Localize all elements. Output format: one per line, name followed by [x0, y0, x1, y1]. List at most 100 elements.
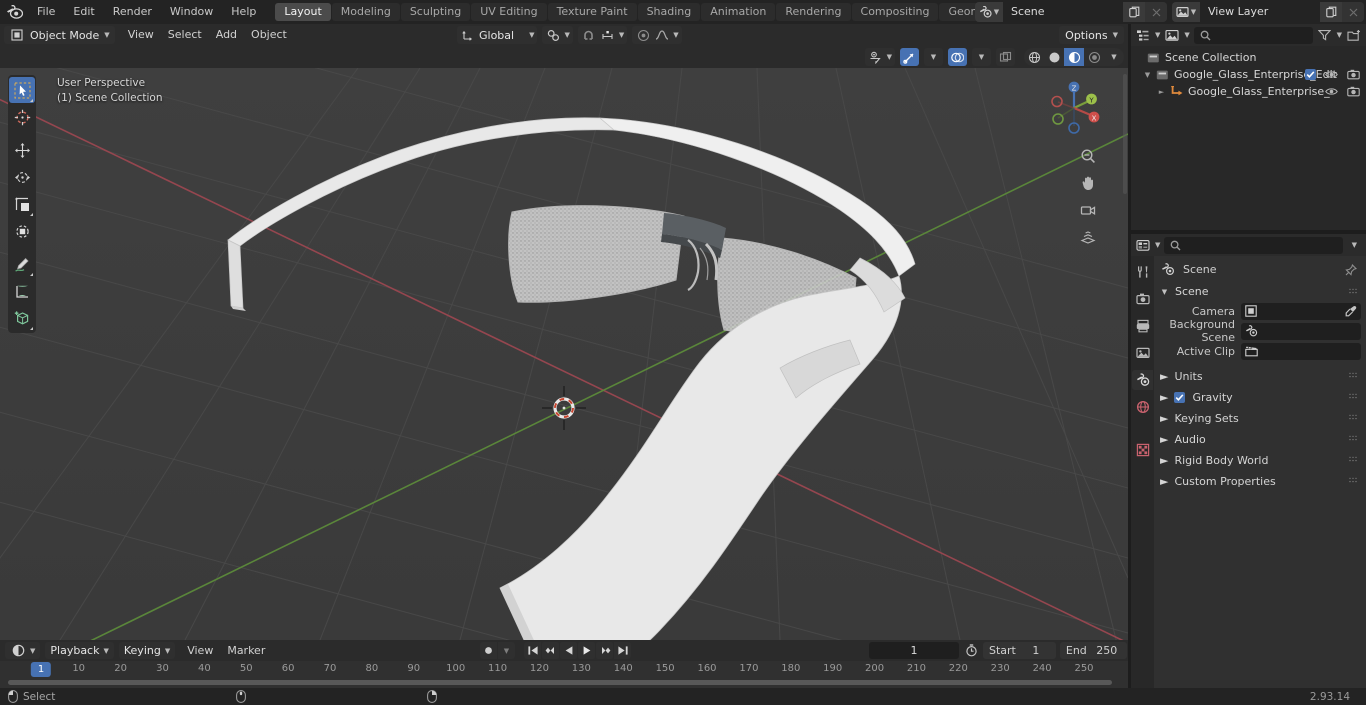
- jump-to-start-button[interactable]: [524, 642, 541, 659]
- gravity-panel-header[interactable]: ► Gravity: [1160, 387, 1361, 408]
- proportional-edit-controls[interactable]: ▼: [632, 26, 682, 44]
- snap-pivot-selector[interactable]: ▼: [542, 26, 573, 44]
- tab-layout[interactable]: Layout: [275, 3, 331, 21]
- properties-tab-scene[interactable]: [1132, 370, 1153, 390]
- viewport-menu-object[interactable]: Object: [244, 26, 294, 44]
- transform-tool[interactable]: [9, 218, 35, 244]
- start-frame-field[interactable]: Start 1: [983, 642, 1056, 659]
- 3d-viewport[interactable]: User Perspective (1) Scene Collection Z …: [0, 68, 1128, 640]
- menu-file[interactable]: File: [28, 0, 64, 24]
- menu-help[interactable]: Help: [222, 0, 265, 24]
- properties-editor-type-icon[interactable]: [1135, 237, 1151, 253]
- custom-properties-panel-header[interactable]: ► Custom Properties: [1160, 471, 1361, 492]
- xray-toggle[interactable]: [996, 48, 1015, 66]
- move-tool[interactable]: [9, 137, 35, 163]
- outliner-search-input[interactable]: [1193, 26, 1313, 44]
- background-scene-field[interactable]: [1241, 322, 1361, 340]
- scene-panel-header[interactable]: ▼ Scene: [1160, 282, 1361, 301]
- tab-sculpting[interactable]: Sculpting: [400, 3, 471, 21]
- timeline-hscrollbar[interactable]: [8, 680, 1112, 685]
- shading-options-dropdown[interactable]: ▼: [1104, 48, 1124, 66]
- outliner-row-collection[interactable]: ▼ Google_Glass_Enterprise_Edit: [1131, 66, 1366, 83]
- view-layer-icon[interactable]: ▼: [1172, 2, 1200, 22]
- options-dropdown[interactable]: Options ▼: [1059, 26, 1124, 44]
- playhead[interactable]: 1: [30, 662, 52, 677]
- outliner-row-object[interactable]: ► Google_Glass_Enterprise_: [1131, 83, 1366, 100]
- view-layer-selector[interactable]: ▼ View Layer: [1172, 2, 1364, 22]
- auto-keying-toggle[interactable]: [480, 642, 497, 659]
- navigation-gizmo[interactable]: Z Y X: [1046, 80, 1102, 136]
- scale-tool[interactable]: [9, 191, 35, 217]
- proportional-edit-icon[interactable]: [635, 27, 651, 43]
- mode-selector[interactable]: Object Mode ▼: [4, 26, 115, 44]
- scene-icon[interactable]: ▼: [975, 2, 1003, 22]
- chevron-down-icon[interactable]: ▼: [1155, 241, 1160, 249]
- current-frame-field[interactable]: 1: [869, 642, 959, 659]
- hide-in-viewport-icon[interactable]: [1325, 69, 1338, 80]
- falloff-curve-icon[interactable]: [654, 27, 670, 43]
- disable-in-render-icon[interactable]: [1347, 86, 1360, 97]
- show-gizmo-toggle[interactable]: [900, 48, 919, 66]
- chevron-down-icon[interactable]: ▼: [1347, 241, 1362, 249]
- next-keyframe-button[interactable]: [596, 642, 613, 659]
- outliner-editor-type-icon[interactable]: [1135, 27, 1151, 43]
- filter-icon[interactable]: [1317, 27, 1333, 43]
- disable-in-render-icon[interactable]: [1347, 69, 1360, 80]
- tab-texture-paint[interactable]: Texture Paint: [547, 3, 637, 21]
- keying-sets-panel-header[interactable]: ► Keying Sets: [1160, 408, 1361, 429]
- exclude-checkbox[interactable]: [1305, 69, 1316, 80]
- properties-tab-tool[interactable]: [1132, 262, 1153, 282]
- scene-selector[interactable]: ▼ Scene: [975, 2, 1167, 22]
- cursor-tool[interactable]: [9, 104, 35, 130]
- gravity-checkbox[interactable]: [1174, 392, 1186, 403]
- viewport-menu-add[interactable]: Add: [209, 26, 244, 44]
- camera-icon[interactable]: [1078, 200, 1098, 220]
- audio-panel-header[interactable]: ► Audio: [1160, 429, 1361, 450]
- play-reverse-button[interactable]: [560, 642, 577, 659]
- properties-tab-view-layer[interactable]: [1132, 343, 1153, 363]
- keying-menu[interactable]: Keying ▼: [118, 642, 176, 659]
- timeline-menu-view[interactable]: View: [180, 642, 220, 660]
- new-view-layer-button[interactable]: [1320, 2, 1342, 22]
- previous-keyframe-button[interactable]: [542, 642, 559, 659]
- end-frame-field[interactable]: End 250: [1059, 642, 1127, 659]
- playback-menu[interactable]: Playback ▼: [45, 642, 114, 659]
- properties-tab-output[interactable]: [1132, 316, 1153, 336]
- transform-orientation-selector[interactable]: Global ▼: [457, 26, 538, 44]
- rendered-shading-icon[interactable]: [1084, 48, 1104, 66]
- tab-rendering[interactable]: Rendering: [776, 3, 851, 21]
- active-clip-field[interactable]: [1241, 342, 1361, 360]
- tab-shading[interactable]: Shading: [637, 3, 701, 21]
- viewport-menu-select[interactable]: Select: [161, 26, 209, 44]
- viewport-scrollbar[interactable]: [1123, 74, 1127, 194]
- properties-search-input[interactable]: [1164, 236, 1343, 254]
- scene-name[interactable]: Scene: [1003, 2, 1123, 22]
- rigid-body-world-panel-header[interactable]: ► Rigid Body World: [1160, 450, 1361, 471]
- new-scene-button[interactable]: [1123, 2, 1145, 22]
- material-preview-shading-icon[interactable]: [1064, 48, 1084, 66]
- viewport-menu-view[interactable]: View: [121, 26, 161, 44]
- menu-window[interactable]: Window: [161, 0, 222, 24]
- tab-compositing[interactable]: Compositing: [851, 3, 939, 21]
- properties-tab-render[interactable]: [1132, 289, 1153, 309]
- tab-animation[interactable]: Animation: [701, 3, 776, 21]
- expand-down-icon[interactable]: ▼: [1141, 71, 1154, 79]
- chevron-down-icon[interactable]: ▼: [1184, 31, 1189, 39]
- properties-tab-texture[interactable]: [1132, 440, 1153, 460]
- rotate-tool[interactable]: [9, 164, 35, 190]
- hand-icon[interactable]: [1078, 173, 1098, 193]
- properties-tab-world[interactable]: [1132, 397, 1153, 417]
- hide-in-viewport-icon[interactable]: [1325, 86, 1338, 97]
- view-layer-name[interactable]: View Layer: [1200, 2, 1320, 22]
- tweak-tool[interactable]: [9, 77, 35, 103]
- magnet-icon[interactable]: [581, 27, 597, 43]
- blender-logo-icon[interactable]: [0, 0, 28, 24]
- play-button[interactable]: [578, 642, 595, 659]
- zoom-icon[interactable]: [1078, 146, 1098, 166]
- solid-shading-icon[interactable]: [1044, 48, 1064, 66]
- camera-field[interactable]: [1241, 302, 1361, 320]
- menu-render[interactable]: Render: [104, 0, 161, 24]
- auto-keying-options[interactable]: ▼: [498, 642, 515, 659]
- tab-modeling[interactable]: Modeling: [331, 3, 400, 21]
- show-overlays-toggle[interactable]: [948, 48, 967, 66]
